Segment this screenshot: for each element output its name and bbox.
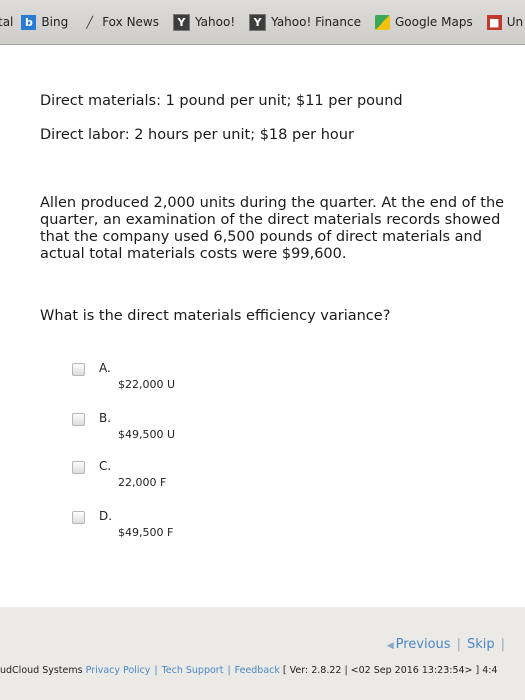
option-b-checkbox[interactable]	[72, 413, 85, 426]
tech-support-link[interactable]: Tech Support	[162, 665, 224, 676]
bookmark-label: Yahoo!	[195, 15, 236, 29]
option-a-letter: A.	[99, 361, 111, 375]
scenario-text: Allen produced 2,000 units during the qu…	[40, 195, 505, 262]
privacy-policy-link[interactable]: Privacy Policy	[86, 665, 151, 676]
skip-link[interactable]: Skip	[467, 637, 495, 652]
direct-materials-line: Direct materials: 1 pound per unit; $11 …	[40, 93, 403, 109]
footer-divider: |	[154, 665, 158, 676]
option-d-letter: D.	[99, 509, 113, 523]
option-a-text: $22,000 U	[118, 378, 176, 391]
chevron-left-icon: ◀	[386, 641, 394, 651]
trailing-text: 4:4	[482, 665, 498, 676]
option-c-letter: C.	[99, 459, 112, 473]
question-prompt: What is the direct materials efficiency …	[40, 308, 391, 324]
bookmark-un[interactable]: ■ Un	[486, 14, 524, 30]
yahoo-icon: Y	[173, 13, 190, 31]
bing-icon: b	[21, 14, 37, 30]
footer: ◀ Previous | Skip | udCloud Systems Privacy …	[0, 607, 525, 700]
build-date: <02 Sep 2016 13:23:54> ]	[347, 665, 480, 676]
option-b-letter: B.	[99, 411, 112, 425]
previous-link[interactable]: Previous	[396, 637, 451, 652]
bookmark-label: Bing	[41, 15, 69, 29]
bookmark-bing[interactable]: b Bing	[21, 14, 69, 30]
option-c-checkbox[interactable]	[72, 461, 85, 474]
option-a-checkbox[interactable]	[72, 363, 85, 376]
nav-divider: |	[456, 637, 461, 652]
option-b-text: $49,500 U	[118, 428, 176, 441]
option-d-checkbox[interactable]	[72, 511, 85, 524]
google-maps-icon	[375, 14, 390, 30]
bookmark-fox-news[interactable]: ╱ Fox News	[82, 15, 159, 30]
bookmark-google-maps[interactable]: Google Maps	[375, 14, 473, 30]
bookmark-label: Fox News	[102, 15, 159, 29]
yahoo-finance-icon: Y	[249, 13, 267, 31]
footer-divider: |	[227, 665, 231, 676]
bookmark-label: tal	[0, 15, 14, 29]
nav-divider: |	[500, 637, 505, 652]
bookmark-yahoo-finance[interactable]: Y Yahoo! Finance	[249, 13, 361, 31]
question-navigation: ◀ Previous | Skip |	[387, 637, 511, 652]
un-icon: ■	[486, 14, 502, 30]
company-name: udCloud Systems	[0, 665, 83, 676]
question-panel: Direct materials: 1 pound per unit; $11 …	[0, 45, 525, 607]
bookmark-label: Yahoo! Finance	[271, 15, 361, 29]
bookmarks-bar: tal b Bing ╱ Fox News Y Yahoo! Y Yahoo! …	[0, 0, 525, 45]
feedback-link[interactable]: Feedback	[235, 665, 280, 676]
option-c-text: 22,000 F	[118, 476, 167, 489]
fox-news-icon: ╱	[86, 15, 94, 29]
bookmark-yahoo[interactable]: Y Yahoo!	[173, 13, 236, 31]
bookmark-label: Google Maps	[395, 15, 473, 29]
bookmark-tal[interactable]: tal	[0, 15, 13, 29]
direct-labor-line: Direct labor: 2 hours per unit; $18 per …	[40, 127, 354, 143]
copyright-bar: udCloud Systems Privacy Policy | Tech Supp…	[0, 665, 525, 676]
bookmark-label: Un	[506, 15, 524, 29]
version-text: [ Ver: 2.8.22	[282, 665, 345, 676]
option-d-text: $49,500 F	[118, 526, 174, 539]
